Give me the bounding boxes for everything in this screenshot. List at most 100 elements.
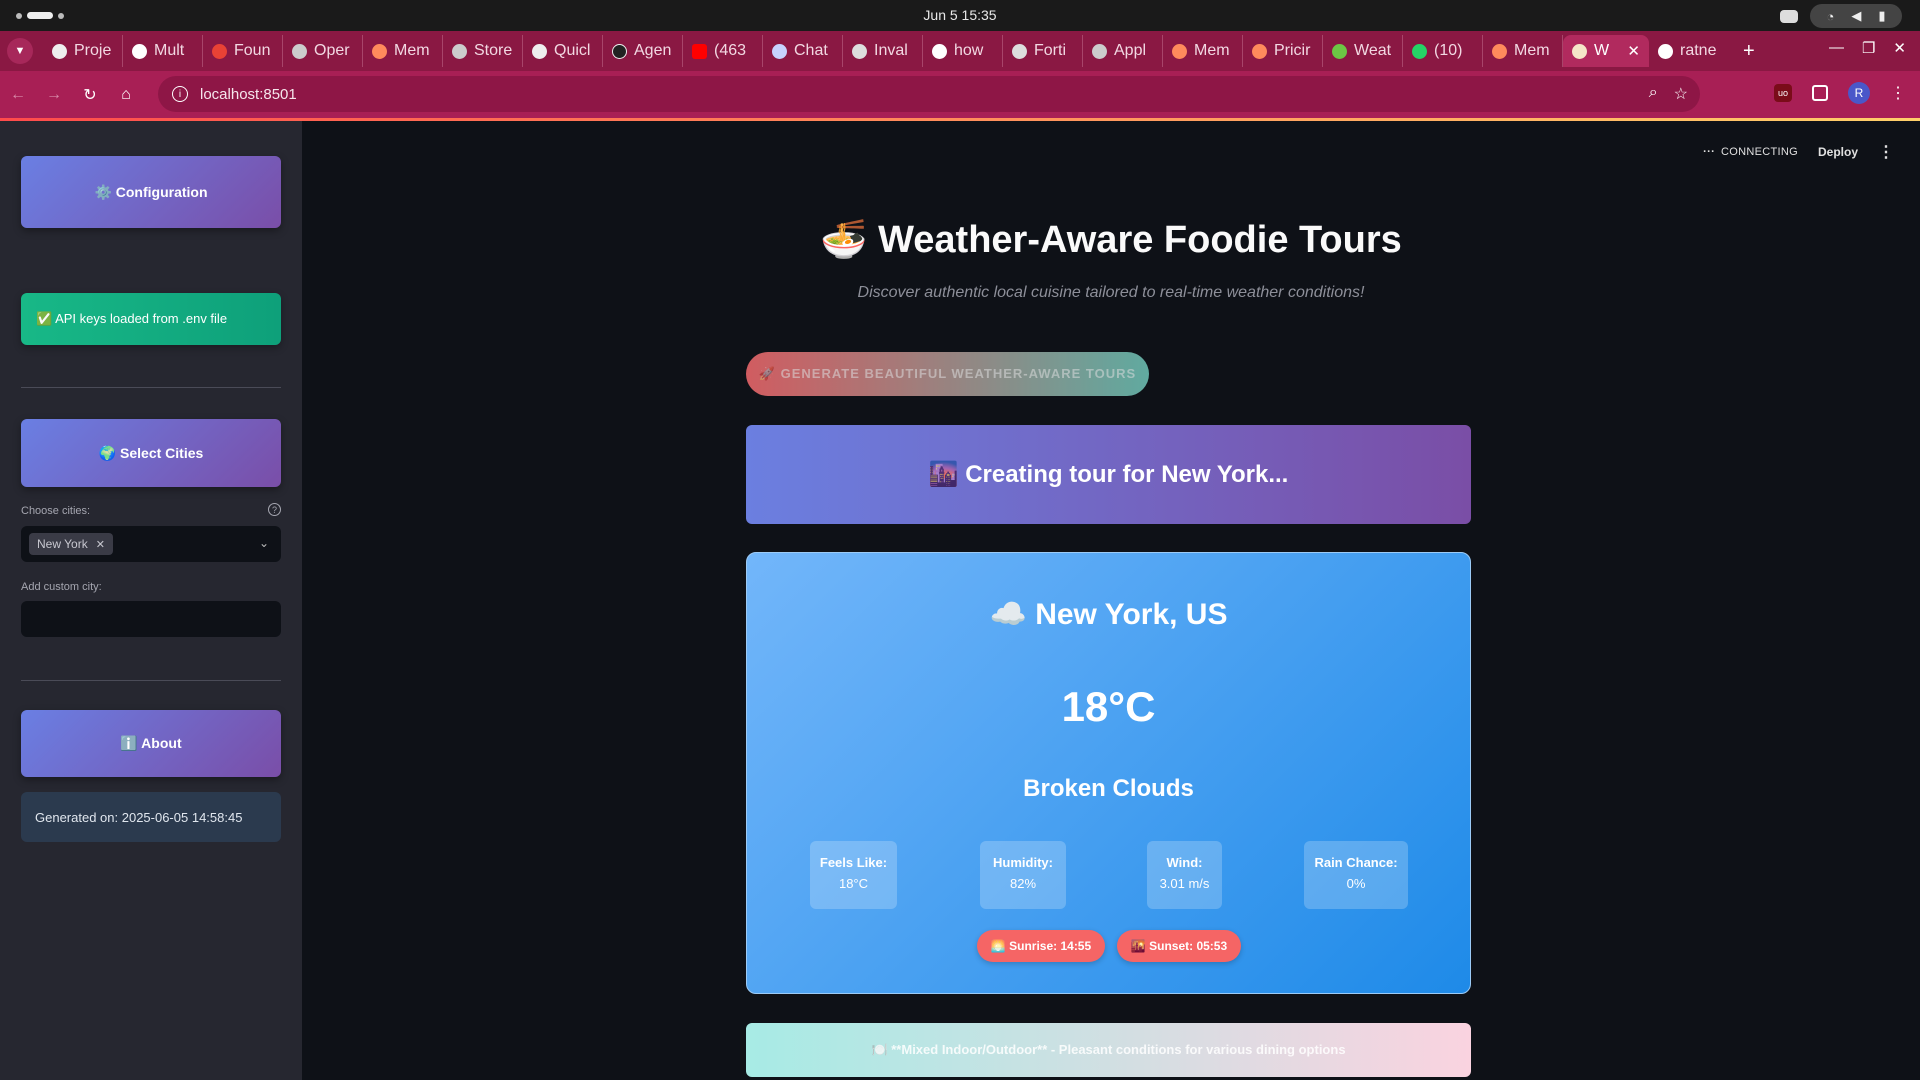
deploy-button[interactable]: Deploy [1818, 145, 1858, 159]
browser-tab[interactable]: Chat [763, 35, 843, 67]
browser-tab[interactable]: Mem [363, 35, 443, 67]
page-title: 🍜 Weather-Aware Foodie Tours [820, 219, 1402, 261]
weather-city: ☁️ New York, US [989, 598, 1228, 631]
restore-icon[interactable]: ❐ [1862, 39, 1875, 57]
browser-menu-icon[interactable]: ⋮ [1890, 83, 1906, 103]
system-status-menu[interactable]: ◔ ◀ ▮ [1810, 4, 1902, 28]
browser-tab[interactable]: Store [443, 35, 523, 67]
dining-recommendation: 🍽️ **Mixed Indoor/Outdoor** - Pleasant c… [746, 1023, 1471, 1077]
custom-city-input[interactable] [21, 601, 281, 637]
os-top-bar: Jun 5 15:35 ◔ ◀ ▮ [0, 0, 1920, 31]
tab-search-button[interactable]: ▼ [7, 38, 33, 64]
back-icon[interactable]: ← [0, 86, 36, 104]
reload-icon[interactable]: ↻ [72, 85, 108, 105]
chevron-down-icon[interactable]: ⌄ [259, 536, 269, 550]
github-icon [132, 43, 147, 59]
wind-stat: Wind: 3.01 m/s [1147, 841, 1222, 909]
humidity-stat: Humidity: 82% [980, 841, 1066, 909]
wifi-icon: ◔ [1826, 8, 1835, 24]
extensions-puzzle-icon[interactable] [1812, 85, 1828, 101]
sidebar-divider [21, 387, 281, 388]
tab-favicon-icon [1332, 43, 1347, 59]
close-window-icon[interactable]: ✕ [1893, 39, 1906, 57]
home-icon[interactable]: ⌂ [108, 86, 144, 104]
generated-timestamp: Generated on: 2025-06-05 14:58:45 [21, 792, 281, 842]
browser-tab[interactable]: Proje [43, 35, 123, 67]
sunset-badge: 🌇 Sunset: 05:53 [1117, 930, 1241, 962]
remove-chip-icon[interactable]: ✕ [96, 538, 105, 551]
browser-tab[interactable]: Inval [843, 35, 923, 67]
rain-chance-stat: Rain Chance: 0% [1304, 841, 1408, 909]
generate-tours-button[interactable]: 🚀 GENERATE BEAUTIFUL WEATHER-AWARE TOURS [746, 352, 1149, 396]
forward-icon[interactable]: → [36, 86, 72, 104]
sidebar-divider [21, 680, 281, 681]
site-info-icon[interactable]: i [172, 86, 188, 102]
running-dots-icon: ··· [1703, 146, 1716, 158]
sidebar: ⚙️ Configuration ✅ API keys loaded from … [0, 121, 302, 1080]
browser-tab[interactable]: Appl [1083, 35, 1163, 67]
gmail-icon [212, 43, 227, 59]
tab-favicon-icon [452, 43, 467, 59]
tab-favicon-icon [292, 43, 307, 59]
browser-tab[interactable]: (10) [1403, 35, 1483, 67]
city-chip[interactable]: New York ✕ [29, 533, 113, 555]
browser-tab[interactable]: Forti [1003, 35, 1083, 67]
sunrise-badge: 🌅 Sunrise: 14:55 [977, 930, 1105, 962]
volume-icon: ◀ [1851, 8, 1862, 23]
tab-favicon-icon [1092, 43, 1107, 59]
api-status-message: ✅ API keys loaded from .env file [21, 293, 281, 345]
help-icon[interactable]: ? [268, 503, 281, 516]
browser-tab[interactable]: (463 [683, 35, 763, 67]
bookmark-star-icon[interactable]: ☆ [1674, 84, 1688, 104]
city-multiselect[interactable]: New York ✕ ⌄ [21, 526, 281, 562]
feels-like-stat: Feels Like: 18°C [810, 841, 897, 909]
app-header: ··· CONNECTING Deploy ⋮ [1703, 142, 1894, 162]
battery-icon: ▮ [1878, 8, 1886, 23]
browser-tab[interactable]: how [923, 35, 1003, 67]
tab-favicon-icon [1012, 43, 1027, 59]
creating-tour-banner: 🌆 Creating tour for New York... [746, 425, 1471, 524]
browser-tab[interactable]: Oper [283, 35, 363, 67]
tab-favicon-icon [1252, 43, 1267, 59]
address-bar[interactable]: i localhost:8501 ⌕ ☆ [158, 76, 1700, 112]
tab-favicon-icon [532, 43, 547, 59]
tab-favicon-icon [772, 43, 787, 59]
browser-tab[interactable]: Mem [1483, 35, 1563, 67]
browser-tab[interactable]: Agen [603, 35, 683, 67]
configuration-header: ⚙️ Configuration [21, 156, 281, 228]
close-tab-icon[interactable]: ✕ [1627, 42, 1640, 60]
browser-tab-strip: ▼ Proje Mult Foun Oper Mem Store Quicl A… [0, 31, 1920, 71]
tab-favicon-icon [852, 43, 867, 59]
tab-favicon-icon [612, 43, 627, 59]
new-tab-button[interactable]: + [1743, 40, 1755, 63]
browser-tab[interactable]: Weat [1323, 35, 1403, 67]
custom-city-label: Add custom city: [21, 581, 102, 593]
about-header: ℹ️ About [21, 710, 281, 777]
weather-description: Broken Clouds [1023, 775, 1194, 802]
whatsapp-icon [1412, 43, 1427, 59]
os-clock[interactable]: Jun 5 15:35 [0, 7, 1920, 23]
main-menu-icon[interactable]: ⋮ [1878, 142, 1894, 162]
minimize-icon[interactable]: — [1829, 39, 1844, 57]
tab-favicon-icon [1172, 43, 1187, 59]
url-text[interactable]: localhost:8501 [200, 86, 297, 103]
browser-tab-active[interactable]: W ✕ [1563, 35, 1649, 67]
browser-tab[interactable]: Mem [1163, 35, 1243, 67]
browser-tab[interactable]: Quicl [523, 35, 603, 67]
zoom-icon[interactable]: ⌕ [1649, 84, 1658, 104]
browser-tab[interactable]: Pricir [1243, 35, 1323, 67]
connection-status: ··· CONNECTING [1703, 146, 1798, 158]
youtube-icon [692, 43, 707, 59]
weather-card: ☁️ New York, US 18°C Broken Clouds Feels… [746, 552, 1471, 994]
browser-tab[interactable]: Mult [123, 35, 203, 67]
tab-favicon-icon [52, 43, 67, 59]
browser-tab[interactable]: Foun [203, 35, 283, 67]
browser-tab[interactable]: ratne [1649, 35, 1729, 67]
github-icon [1658, 43, 1673, 59]
discord-tray-icon[interactable] [1780, 9, 1798, 23]
select-cities-header: 🌍 Select Cities [21, 419, 281, 487]
google-icon [932, 43, 947, 59]
ublock-extension-icon[interactable]: uo [1774, 84, 1792, 102]
profile-avatar[interactable]: R [1848, 82, 1870, 104]
tab-favicon-icon [1492, 43, 1507, 59]
